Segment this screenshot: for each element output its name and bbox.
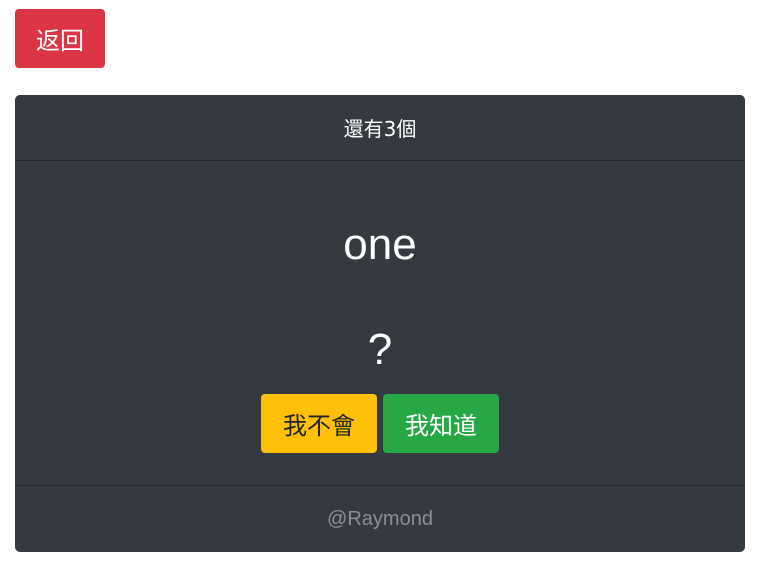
flashcard: 還有3個 one ? 我不會 我知道 @Raymond <box>15 95 745 552</box>
back-button[interactable]: 返回 <box>15 9 105 68</box>
know-button[interactable]: 我知道 <box>383 394 499 453</box>
dont-know-button[interactable]: 我不會 <box>261 394 377 453</box>
flashcard-word: one <box>343 220 417 269</box>
author-credit: @Raymond <box>327 507 433 530</box>
page: 返回 還有3個 one ? 我不會 我知道 @Raymond <box>0 0 760 566</box>
remaining-count: 還有3個 <box>15 95 745 161</box>
card-body: one ? 我不會 我知道 <box>15 161 745 486</box>
answer-button-row: 我不會 我知道 <box>15 394 745 453</box>
flashcard-answer: ? <box>367 325 393 374</box>
